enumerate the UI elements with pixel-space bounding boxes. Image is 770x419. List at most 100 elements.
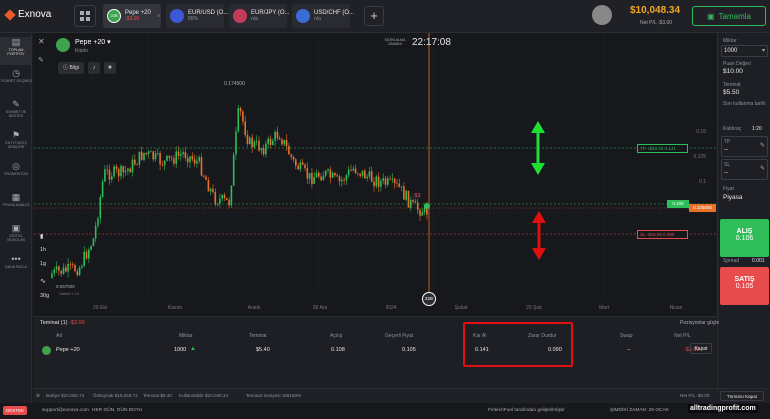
star-icon[interactable]: ★: [104, 62, 116, 74]
settings-icon[interactable]: ⚙: [36, 393, 40, 399]
candle: [368, 171, 371, 177]
candle: [313, 177, 315, 184]
y-tick: 0.15: [696, 129, 706, 135]
support-button[interactable]: DESTEK: [3, 406, 28, 415]
candle: [205, 176, 207, 180]
timeframe-1h[interactable]: 1h: [40, 247, 46, 253]
candle: [134, 159, 136, 165]
candle: [191, 156, 194, 160]
sl-line-label[interactable]: SL -$18.00 0.090: [637, 230, 688, 239]
draw-icon[interactable]: ✎: [38, 56, 44, 64]
nav-icon: ◎: [12, 161, 20, 171]
sidebar-item[interactable]: ⚑ EN İYİ SATIŞ ARIDLERI: [0, 130, 32, 158]
brand-name: Exnova: [18, 9, 52, 20]
x-tick: Mart: [599, 305, 610, 311]
tp-input[interactable]: TP -- ✎: [721, 136, 768, 157]
candle: [272, 140, 274, 145]
candle-type-icon[interactable]: ▮: [40, 233, 43, 240]
tab-positions[interactable]: Teminat (1) -$3.00: [40, 320, 85, 326]
deposit-button[interactable]: ▣ Tamamla: [692, 6, 766, 26]
avatar[interactable]: [592, 5, 612, 25]
cell-name[interactable]: Pepe +20: [56, 347, 80, 353]
tab-eurjpy[interactable]: EUR/JPY (O... n/a: [229, 4, 290, 28]
indicator-icon[interactable]: ∿: [40, 277, 46, 285]
edit-icon[interactable]: ✎: [760, 165, 765, 172]
candle: [212, 188, 214, 192]
candle: [375, 176, 378, 187]
candle: [357, 172, 359, 174]
exnova-logo[interactable]: Exnova: [4, 8, 52, 21]
status-balance: Bakiye $10,056.74: [46, 393, 85, 398]
tab-eurusd[interactable]: EUR/USD (O... 85%: [166, 4, 228, 28]
down-arrow-icon: [531, 163, 545, 175]
add-tab-button[interactable]: +: [364, 6, 384, 26]
nav-label: EĞİTİCİ VİDEOLAR: [6, 234, 26, 242]
nav-label: DAHA FAZLA: [5, 265, 27, 269]
candle: [94, 225, 97, 239]
candle: [343, 179, 345, 181]
sidebar-item[interactable]: ◷ TİCARET GEÇMİŞİ: [0, 68, 32, 96]
candle: [285, 140, 288, 147]
close-all-button[interactable]: Tümünü Kapat: [720, 391, 764, 401]
high-label: 0.174500: [224, 81, 245, 87]
amount-input[interactable]: 1000 ▾: [721, 45, 768, 57]
col-netpl: Net P/L: [674, 333, 691, 339]
support-email[interactable]: support@exnova.com: [42, 408, 89, 413]
candle: [97, 218, 99, 226]
sidebar-item[interactable]: ▣ EĞİTİCİ VİDEOLAR: [0, 223, 32, 251]
sidebar-item[interactable]: ▤ TOPLAM PORTFÖY: [0, 37, 32, 65]
close-icon[interactable]: ×: [157, 13, 161, 20]
candle: [387, 178, 389, 185]
chart-area[interactable]: 0.150.1250.10.07526 EkiKasımAralık28 Ara…: [34, 33, 716, 316]
top-bar: Exnova 22B Pepe +20 -$3.00 × EUR/USD (O..…: [0, 0, 770, 33]
candle: [336, 175, 338, 177]
candle: [83, 251, 85, 267]
candle: [122, 166, 125, 173]
positions-settings[interactable]: Pozisyonlar güçle: [680, 320, 719, 326]
sidebar-item[interactable]: ▦ PİYASA ANALİZİ: [0, 192, 32, 220]
sidebar-item[interactable]: ••• DAHA FAZLA: [0, 254, 32, 282]
buy-button[interactable]: ALIŞ 0.106: [720, 219, 769, 257]
candle: [193, 159, 196, 164]
candle: [226, 198, 228, 200]
x-tick: 26 Eki: [93, 305, 107, 311]
tab-pepe[interactable]: 22B Pepe +20 -$3.00 ×: [103, 4, 161, 28]
info-button[interactable]: ⓘ Bilgi: [58, 62, 84, 74]
chevron-down-icon: ▾: [761, 48, 765, 54]
status-bar: ⚙ Bakiye $10,056.74 Özkaynak $10,053.74 …: [34, 388, 770, 403]
candle: [421, 212, 424, 216]
candle: [239, 108, 242, 112]
apps-grid-button[interactable]: [74, 5, 96, 27]
tab-usdchf[interactable]: USD/CHF (O... n/a: [292, 4, 354, 28]
timeframe-30g[interactable]: 30g: [40, 293, 49, 299]
price-chart[interactable]: 0.150.1250.10.07526 EkiKasımAralık28 Ara…: [34, 33, 716, 316]
leverage-value[interactable]: 1:20: [752, 126, 762, 132]
sidebar-item[interactable]: ✎ SOHBET VE DESTEK: [0, 99, 32, 127]
candle: [53, 269, 56, 274]
candle: [92, 238, 95, 246]
candle: [377, 176, 380, 187]
flag-icon: [233, 9, 247, 23]
price-mode[interactable]: Piyasa: [723, 194, 743, 201]
edit-icon[interactable]: ✎: [760, 142, 765, 149]
candle: [347, 169, 350, 176]
sl-input[interactable]: SL -- ✎: [721, 159, 768, 180]
col-open: Açılış: [330, 333, 343, 339]
asset-name[interactable]: Pepe +20 ▾: [75, 38, 111, 46]
candle: [168, 155, 171, 158]
cell-open: 0.108: [331, 347, 345, 353]
nav-label: PROMOSYON: [4, 172, 28, 176]
expiry-badge[interactable]: 22B: [422, 292, 436, 306]
close-position-button[interactable]: Kapat: [690, 343, 712, 354]
bell-icon[interactable]: ♪: [88, 62, 100, 74]
balance[interactable]: $10,048.34: [630, 5, 680, 16]
close-icon[interactable]: ✕: [38, 37, 45, 46]
candle: [382, 178, 384, 181]
sell-button[interactable]: SATIŞ 0.105: [720, 267, 769, 305]
candle: [258, 140, 260, 151]
tp-line-label[interactable]: TP +$33.00 0.141: [637, 144, 688, 153]
candle: [131, 159, 134, 173]
sidebar-item[interactable]: ◎ PROMOSYON: [0, 161, 32, 189]
status-margin: Teminat $5.40: [143, 393, 172, 398]
timeframe-1g[interactable]: 1g: [40, 261, 46, 267]
